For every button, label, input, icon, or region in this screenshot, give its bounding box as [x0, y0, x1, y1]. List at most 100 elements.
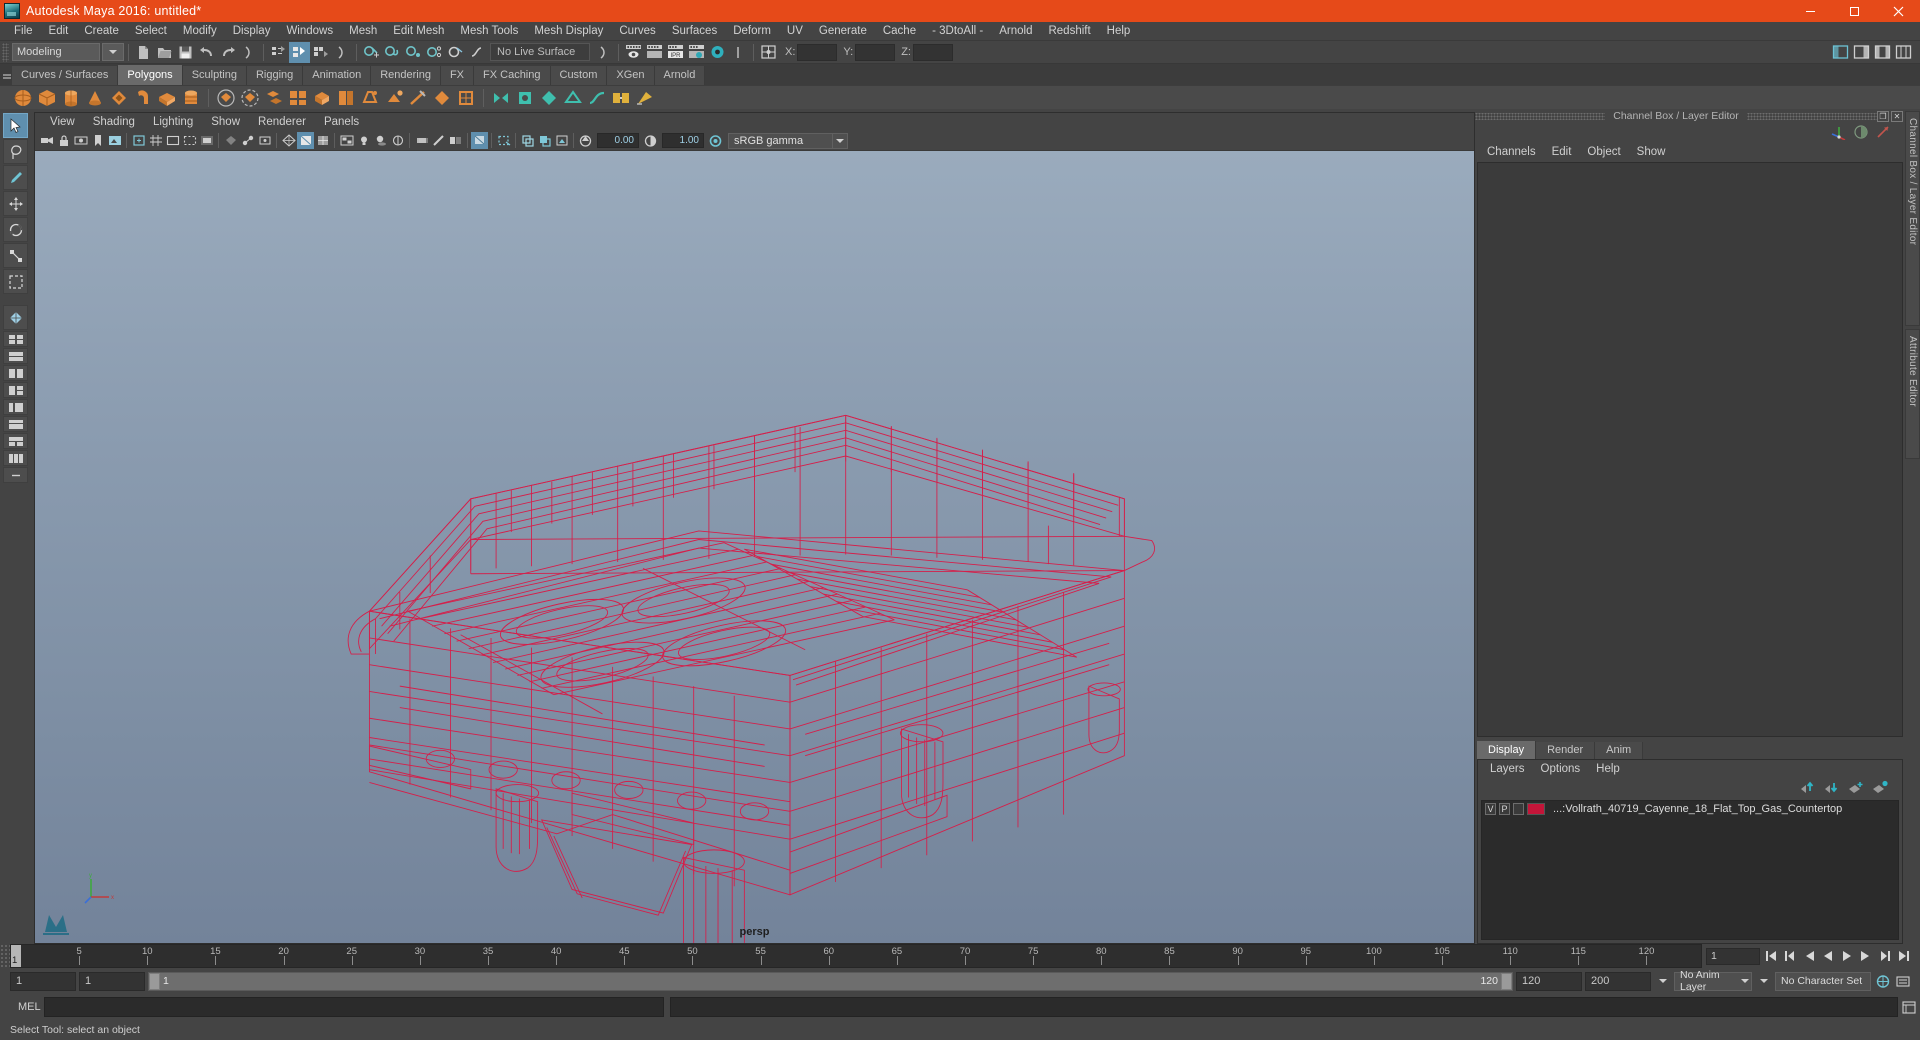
paint-select-tool[interactable] [3, 165, 28, 190]
new-layer-icon[interactable] [1848, 780, 1864, 797]
xray-display-icon[interactable] [519, 132, 536, 149]
time-slider[interactable]: 1 5 10 15 20 25 30 35 40 45 50 55 60 65 70 75 80 85 90 95 1… [10, 944, 1702, 968]
show-hide-modeling-toolkit-icon[interactable] [1830, 42, 1851, 63]
panel-close-button[interactable]: ✕ [1891, 110, 1903, 122]
shelf-tab-curves-surfaces[interactable]: Curves / Surfaces [12, 66, 119, 85]
xray-active-components-icon[interactable] [256, 132, 273, 149]
shelf-tab-custom[interactable]: Custom [550, 66, 608, 85]
menu-mesh-display[interactable]: Mesh Display [526, 22, 611, 41]
component-mask-icon[interactable] [331, 42, 352, 63]
menu-select[interactable]: Select [127, 22, 175, 41]
coord-y-input[interactable] [855, 43, 896, 61]
poly-sphere-icon[interactable] [12, 87, 34, 109]
snap-to-projected-center-icon[interactable] [424, 42, 445, 63]
quad-draw-icon[interactable] [455, 87, 477, 109]
persp-graph-layout[interactable] [3, 433, 28, 449]
play-forwards-icon[interactable] [1838, 948, 1855, 965]
shelf-tab-arnold[interactable]: Arnold [654, 66, 706, 85]
gamma-icon[interactable] [642, 132, 659, 149]
rotate-tool[interactable] [3, 217, 28, 242]
layer-tab-display[interactable]: Display [1477, 741, 1537, 759]
outliner-persp-layout[interactable] [3, 399, 28, 415]
hypergraph-layout[interactable] [3, 416, 28, 432]
menu-mesh-tools[interactable]: Mesh Tools [452, 22, 526, 41]
menu-curves[interactable]: Curves [611, 22, 663, 41]
panel-drag-dots[interactable] [1475, 112, 1606, 120]
menu-edit-mesh[interactable]: Edit Mesh [385, 22, 452, 41]
layer-playback-toggle[interactable]: P [1499, 803, 1510, 815]
layer-color-swatch[interactable] [1527, 803, 1545, 815]
auto-key-icon[interactable] [1874, 973, 1891, 990]
undo-view-icon[interactable] [238, 42, 259, 63]
current-frame-field[interactable]: 1 [1706, 947, 1760, 965]
combine-icon[interactable] [215, 87, 237, 109]
menu-redshift[interactable]: Redshift [1040, 22, 1098, 41]
menu-cache[interactable]: Cache [875, 22, 924, 41]
render-settings-icon[interactable] [686, 42, 707, 63]
go-to-start-icon[interactable] [1762, 948, 1779, 965]
scale-tool[interactable] [3, 243, 28, 268]
step-forward-frame-icon[interactable] [1857, 948, 1874, 965]
hypershade-icon[interactable] [707, 42, 728, 63]
xray-joints-icon[interactable] [239, 132, 256, 149]
lights-icon[interactable] [355, 132, 372, 149]
anim-layer-selector[interactable]: No Anim Layer [1674, 969, 1752, 993]
isolate-select-icon[interactable] [471, 132, 488, 149]
anim-end-field[interactable]: 200 [1585, 971, 1651, 991]
chevron-down-icon-2[interactable] [1755, 973, 1772, 990]
toggle-editor-icon[interactable] [728, 42, 749, 63]
vtab-attribute-editor[interactable]: Attribute Editor [1905, 329, 1920, 459]
ipr-render-icon[interactable]: IPR [665, 42, 686, 63]
two-d-pan-zoom-icon[interactable] [130, 132, 147, 149]
menu-set-dropdown-arrow[interactable] [102, 43, 124, 61]
3d-viewport[interactable]: persp y x [35, 151, 1474, 943]
show-hide-attribute-editor-icon[interactable] [1851, 42, 1872, 63]
separate-icon[interactable] [239, 87, 261, 109]
menu-display[interactable]: Display [225, 22, 279, 41]
viewport-menu-lighting[interactable]: Lighting [144, 113, 202, 131]
exposure-icon[interactable] [577, 132, 594, 149]
single-perspective-layout[interactable] [3, 305, 28, 330]
color-management-icon[interactable] [707, 132, 724, 149]
depth-of-field-icon[interactable] [447, 132, 464, 149]
menu-surfaces[interactable]: Surfaces [664, 22, 725, 41]
poly-cone-icon[interactable] [84, 87, 106, 109]
show-hide-tool-settings-icon[interactable] [1872, 42, 1893, 63]
smooth-icon[interactable] [287, 87, 309, 109]
range-end-field[interactable]: 1 [79, 971, 145, 991]
new-layer-from-selected-icon[interactable] [1872, 780, 1888, 797]
layer-list[interactable]: V P ...:Vollrath_40719_Cayenne_18_Flat_T… [1481, 800, 1899, 940]
multisample-icon[interactable] [430, 132, 447, 149]
redo-icon[interactable] [217, 42, 238, 63]
layer-visibility-toggle[interactable]: V [1485, 803, 1496, 815]
layer-type-toggle[interactable] [1513, 803, 1524, 815]
image-plane-icon[interactable] [106, 132, 123, 149]
viewport-menu-show[interactable]: Show [202, 113, 249, 131]
undo-icon[interactable] [196, 42, 217, 63]
viewport-menu-renderer[interactable]: Renderer [249, 113, 315, 131]
multi-cut-icon[interactable] [407, 87, 429, 109]
input-output-connections-icon[interactable] [758, 42, 779, 63]
reduce-icon[interactable] [538, 87, 560, 109]
minimize-button[interactable] [1788, 0, 1832, 22]
extrude-icon[interactable] [311, 87, 333, 109]
gate-mask-icon[interactable] [198, 132, 215, 149]
select-camera-icon[interactable] [38, 132, 55, 149]
maximize-button[interactable] [1832, 0, 1876, 22]
menu-windows[interactable]: Windows [278, 22, 341, 41]
step-back-frame-icon[interactable] [1800, 948, 1817, 965]
shaded-wireframe-icon[interactable] [314, 132, 331, 149]
channel-menu-object[interactable]: Object [1579, 143, 1628, 162]
time-slider-grip[interactable] [0, 944, 10, 968]
menu-mesh[interactable]: Mesh [341, 22, 385, 41]
channel-menu-channels[interactable]: Channels [1479, 143, 1544, 162]
channel-menu-edit[interactable]: Edit [1544, 143, 1580, 162]
chevron-down-icon[interactable] [1654, 973, 1671, 990]
snap-to-view-plane-icon[interactable] [445, 42, 466, 63]
menu-set-selector[interactable]: Modeling [12, 43, 100, 61]
target-weld-icon[interactable] [431, 87, 453, 109]
resolution-gate-icon[interactable] [181, 132, 198, 149]
coord-z-input[interactable] [912, 43, 953, 61]
new-scene-icon[interactable] [133, 42, 154, 63]
four-view-layout[interactable] [3, 331, 28, 347]
